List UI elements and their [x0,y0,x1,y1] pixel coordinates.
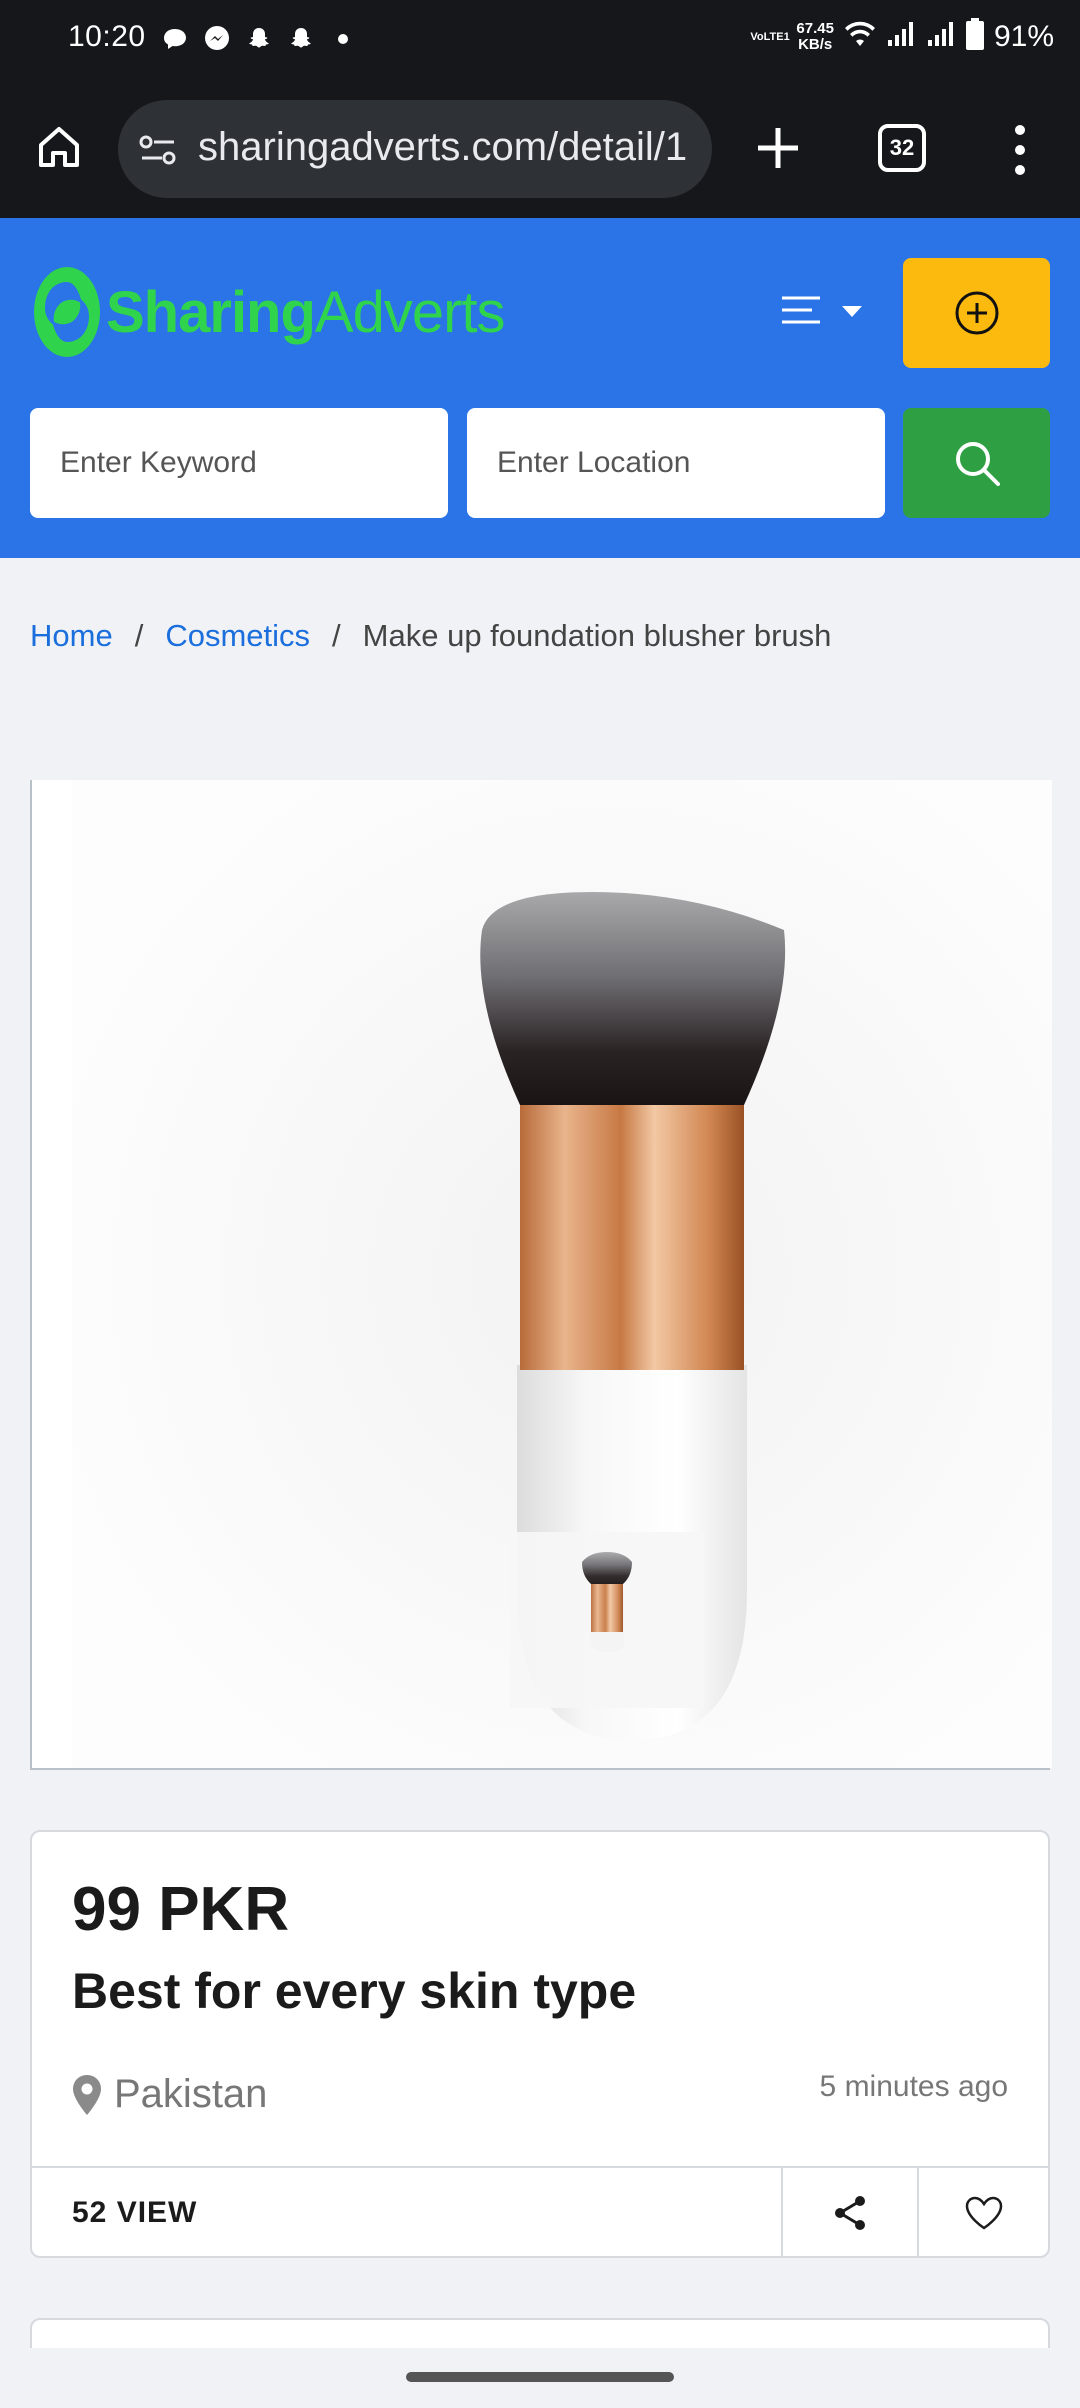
search-icon [955,442,1000,486]
site-settings-icon[interactable] [138,130,178,170]
site-header: SharingAdverts [0,218,1080,558]
wifi-icon [844,20,876,53]
image-gallery[interactable] [30,780,1052,1770]
location-pin-icon [73,2074,101,2115]
view-count: 52 VIEW [72,2196,198,2229]
signal-icon-1 [886,20,916,53]
home-gesture-bar[interactable] [406,2372,674,2382]
new-tab-button[interactable] [748,118,808,178]
favorite-button[interactable] [917,2168,1048,2258]
listing-title: Best for every skin type [72,1963,637,2019]
speed-value: 67.45 [796,19,834,37]
location-input[interactable] [467,408,885,518]
breadcrumb-home-link[interactable]: Home [30,618,113,654]
speed-unit: KB/s [798,35,833,53]
breadcrumb-category-link[interactable]: Cosmetics [165,618,310,654]
browser-toolbar: sharingadverts.com/detail/1 32 [0,80,1080,218]
breadcrumb-current: Make up foundation blusher brush [362,618,832,653]
status-bar: 10:20 VoLTE1 67.45 KB/s 91% [0,0,1080,80]
logo-mark-icon [34,267,100,357]
address-bar[interactable]: sharingadverts.com/detail/1 [118,100,712,198]
status-right: VoLTE1 67.45 KB/s 91% [750,18,1054,55]
network-speed: 67.45 KB/s [796,19,834,53]
battery-icon [965,18,984,55]
listing-price: 99 PKR [72,1875,290,1944]
plus-circle-icon [955,291,998,335]
thumbnail-brush-image [582,1552,632,1652]
volte-indicator: VoLTE1 [750,30,790,43]
logo-text-sharing: Sharing [106,279,316,345]
search-button[interactable] [903,408,1050,518]
breadcrumb-separator: / [134,618,144,653]
chat-bubble-icon [160,24,190,54]
breadcrumb-separator: / [332,618,341,653]
browser-menu-icon[interactable] [1000,120,1040,180]
listing-location: Pakistan [72,2072,267,2117]
status-time: 10:20 [68,20,146,53]
tab-switcher-button[interactable]: 32 [878,124,926,172]
signal-icon-2 [926,20,956,53]
more-notifications-dot-icon [328,24,358,54]
share-button[interactable] [781,2168,917,2258]
site-logo[interactable]: SharingAdverts [32,264,506,360]
main-product-image[interactable] [72,780,1052,1768]
snapchat-icon-2 [286,24,316,54]
location-text: Pakistan [114,2072,268,2116]
listing-card: 99 PKR Best for every skin type Pakistan… [30,1830,1050,2258]
home-icon [39,127,79,167]
listing-card-footer: 52 VIEW [32,2166,1048,2258]
logo-text: SharingAdverts [106,279,506,346]
url-text: sharingadverts.com/detail/1 [198,125,688,169]
gallery-thumbnail[interactable] [510,1532,704,1708]
posted-time: 5 minutes ago [819,2070,1008,2103]
nav-menu-toggle[interactable] [780,292,866,332]
battery-percent: 91% [993,19,1054,53]
logo-text-adverts: Adverts [314,279,506,345]
post-ad-button[interactable] [903,258,1050,368]
notification-icons [160,24,358,54]
breadcrumb: Home / Cosmetics / Make up foundation bl… [30,618,831,654]
snapchat-icon [244,24,274,54]
messenger-icon [202,24,232,54]
home-button[interactable] [30,118,88,176]
heart-icon [965,2196,1002,2230]
keyword-input[interactable] [30,408,448,518]
share-icon [835,2196,865,2230]
